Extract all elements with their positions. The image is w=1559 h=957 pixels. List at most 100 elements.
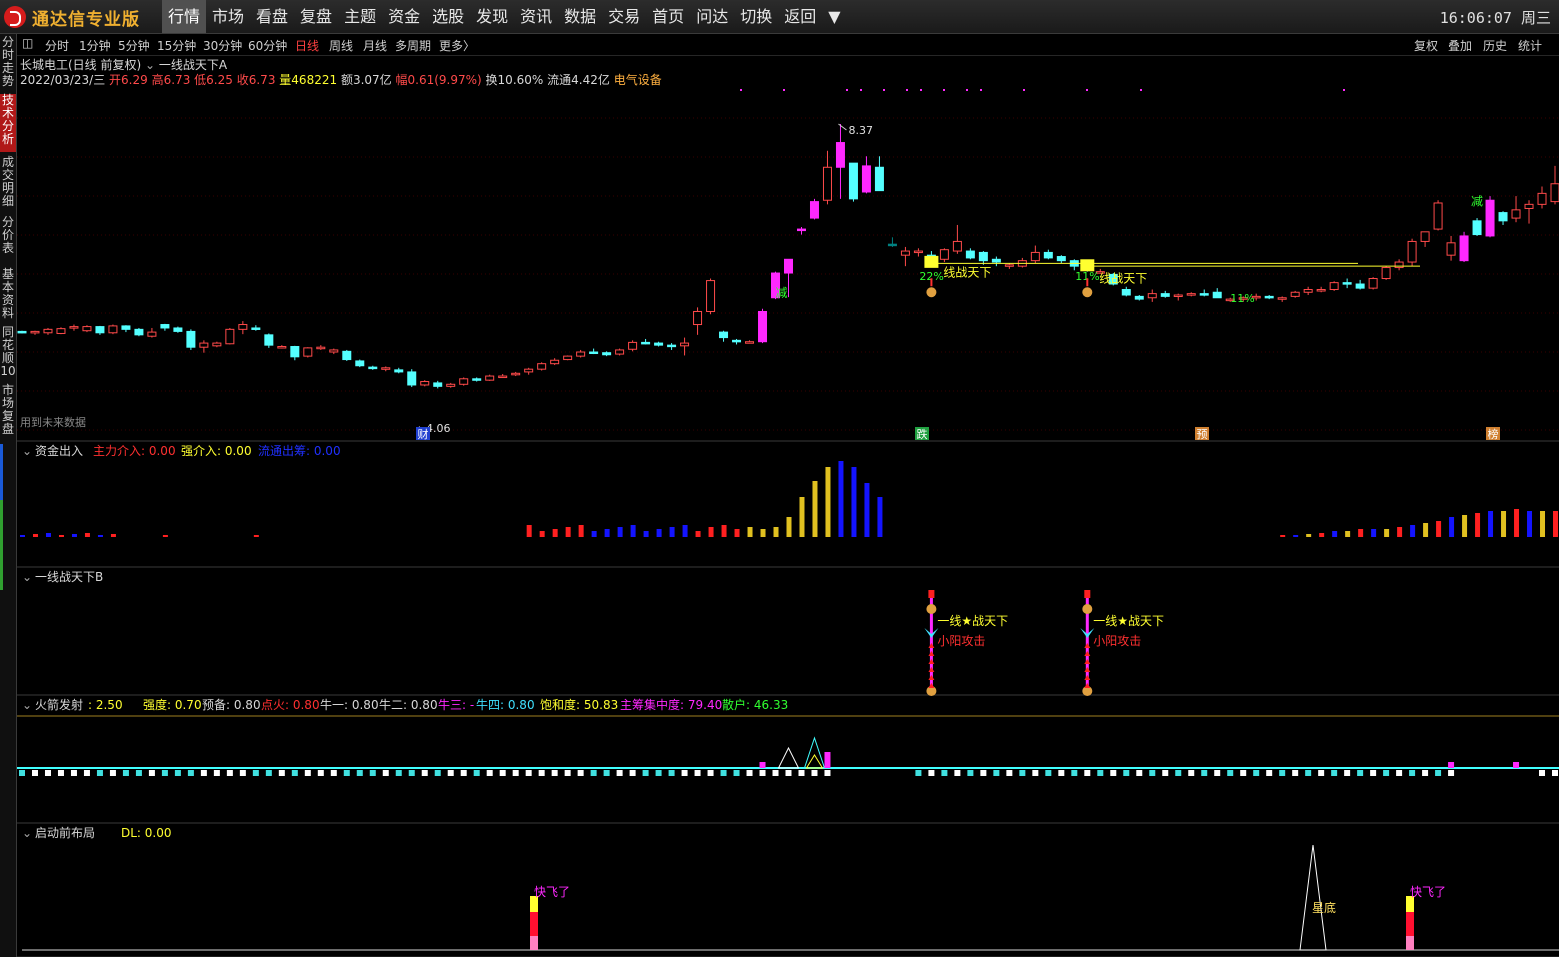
candle-body: [355, 360, 365, 367]
up-arrow-icon: [928, 643, 935, 648]
fund-bar: [1449, 517, 1455, 537]
fund-bar: [747, 527, 753, 537]
signal-label-b-0: 小阳攻击: [937, 634, 985, 648]
fund-bar: [84, 533, 90, 537]
rocket-cell: [1123, 770, 1130, 776]
candle-body: [1004, 264, 1014, 267]
rocket-cell: [577, 770, 584, 776]
up-arrow-icon: [928, 667, 935, 672]
chart-canvas[interactable]: 8.37←4.06用到未来数据22% 线战天下 11% 线战天下11%减减财跌预榜⌄ 资…: [0, 0, 1559, 957]
rocket-cell: [1058, 770, 1065, 776]
candle-body: [1329, 282, 1339, 291]
candle-body: [1433, 202, 1443, 230]
candle-body: [719, 331, 729, 339]
rocket-cell: [278, 770, 285, 776]
rocket-cell: [915, 770, 922, 776]
up-arrow-icon: [1084, 683, 1091, 688]
money-bag-icon: [926, 604, 937, 614]
candle-body: [43, 328, 53, 334]
rocket-cell: [447, 770, 454, 776]
rocket-cell: [31, 770, 38, 776]
candle-body: [1160, 293, 1170, 297]
panel4-dl: DL: 0.00: [121, 826, 172, 840]
top-signal-dot: [740, 89, 742, 91]
candle-body: [472, 378, 482, 381]
rocket-cell: [525, 770, 532, 776]
rocket-cell: [1331, 770, 1338, 776]
fund-bar: [1553, 511, 1558, 537]
candle-body: [407, 371, 417, 386]
top-signal-dot: [943, 89, 945, 91]
rocket-cell: [551, 770, 558, 776]
rocket-cell: [1292, 770, 1299, 776]
rocket-cell: [668, 770, 675, 776]
rocket-cell: [1357, 770, 1364, 776]
rocket-cell: [421, 770, 428, 776]
fund-bar: [773, 527, 779, 537]
candle-body: [641, 341, 651, 345]
fund-bar: [1345, 531, 1351, 537]
candle-body: [939, 249, 949, 260]
candle-body: [69, 326, 79, 329]
rocket-cell: [44, 770, 51, 776]
candle-body: [654, 342, 664, 346]
signal-pct-3: 11%: [1230, 292, 1254, 305]
rocket-cell: [512, 770, 519, 776]
candle-body: [290, 346, 300, 358]
candle-body: [1030, 251, 1040, 262]
rocket-cell: [1188, 770, 1195, 776]
kuaifei-label-1: 快飞了: [1410, 885, 1446, 899]
fund-bar: [71, 534, 77, 537]
candle-body: [1186, 293, 1196, 296]
candle-body: [433, 382, 443, 387]
candle-body: [82, 326, 92, 332]
rocket-cell: [1552, 770, 1558, 776]
rocket-peak-1: [777, 746, 800, 769]
fund-bar: [539, 531, 545, 537]
rocket-cell: [1409, 770, 1416, 776]
rocket-cell: [83, 770, 90, 776]
panel4-title: 启动前布局: [35, 825, 95, 840]
panel3-value: : 2.50: [88, 698, 123, 712]
rocket-cell: [408, 770, 415, 776]
up-arrow-icon: [928, 659, 935, 664]
rocket-cell: [967, 770, 974, 776]
candle-body: [615, 349, 625, 355]
launch-bar-bot-1: [1406, 936, 1414, 950]
top-signal-dot: [883, 89, 885, 91]
candle-body: [667, 344, 677, 348]
rocket-cell: [304, 770, 311, 776]
fund-bar: [1423, 523, 1429, 537]
marker-0: 财: [418, 427, 429, 441]
rocket-cell: [1136, 770, 1143, 776]
rocket-cell: [1318, 770, 1325, 776]
fund-bar: [708, 527, 714, 537]
signal-text-2: 线战天下: [1099, 272, 1147, 286]
candle-body: [796, 228, 806, 232]
candle-body: [381, 367, 391, 370]
panel3-title: 火箭发射: [35, 697, 83, 712]
rocket-cell: [538, 770, 545, 776]
rocket-cell: [642, 770, 649, 776]
candle-body: [1277, 297, 1287, 300]
rocket-cell: [1305, 770, 1312, 776]
up-arrow-icon: [1084, 643, 1091, 648]
candle-body: [1264, 295, 1274, 299]
candle-body: [316, 346, 326, 350]
fund-bar: [1462, 515, 1468, 537]
rocket-cell: [1084, 770, 1091, 776]
rocket-peak-2: [803, 736, 826, 769]
panel3-field-0: 强度: 0.70: [143, 697, 202, 712]
panel1-field-2: 强介入: 0.00: [181, 444, 252, 458]
fund-bar: [1514, 509, 1520, 537]
candle-body: [1212, 291, 1222, 299]
rocket-cell: [1279, 770, 1286, 776]
rocket-cell: [161, 770, 168, 776]
top-signal-dot: [966, 89, 968, 91]
fund-bar: [578, 525, 584, 537]
rocket-cell: [1201, 770, 1208, 776]
rocket-cell: [226, 770, 233, 776]
rocket-cell: [980, 770, 987, 776]
marker-3: 榜: [1488, 427, 1499, 441]
fund-bar: [734, 529, 740, 537]
